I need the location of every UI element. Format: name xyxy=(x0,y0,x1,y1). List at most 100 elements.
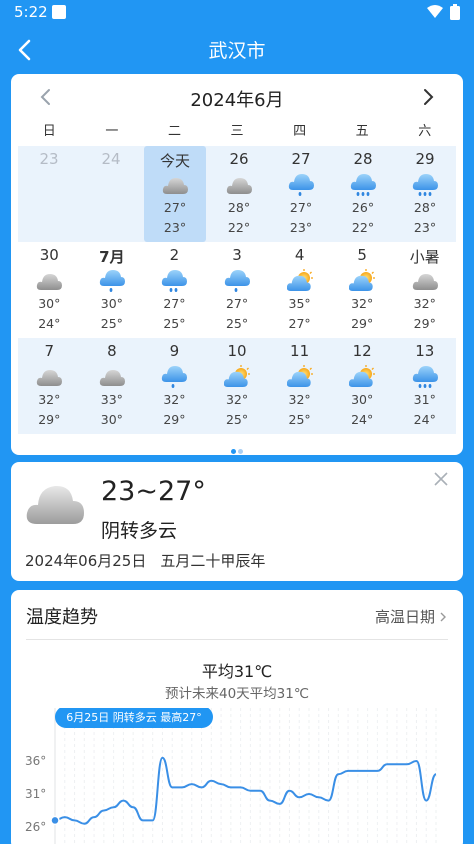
day-low-temp: 25° xyxy=(288,412,311,427)
day-label: 23 xyxy=(39,150,59,168)
day-high-temp: 32° xyxy=(225,392,249,407)
data-point xyxy=(50,815,60,826)
y-tick-label: 26° xyxy=(25,820,46,834)
calendar-day[interactable]: 4 35° 27° xyxy=(268,242,331,338)
today-card: 23~27° 阴转多云 2024年06月25日 五月二十甲辰年 xyxy=(11,462,463,581)
calendar-day[interactable]: 2 27° 25° xyxy=(143,242,206,338)
next-month-button[interactable] xyxy=(417,86,439,108)
day-label: 3 xyxy=(232,246,242,264)
weekday-label: 二 xyxy=(167,124,181,139)
calendar-day[interactable]: 3 27° 25° xyxy=(206,242,269,338)
day-label: 28 xyxy=(353,150,373,168)
weekday-label: 三 xyxy=(230,124,244,139)
sun-cloud-icon xyxy=(286,365,313,389)
trend-card: 温度趋势 高温日期 平均31℃ 预计未来40天平均31℃ 26° 31° 36° 6月… xyxy=(11,590,463,844)
page-dot xyxy=(231,449,236,454)
day-high-temp: 32° xyxy=(351,296,374,311)
rain-heavy-icon xyxy=(350,173,376,197)
day-label: 27 xyxy=(291,150,311,168)
calendar-day[interactable]: 11 32° 25° xyxy=(268,338,331,434)
day-low-temp: 29° xyxy=(413,316,436,331)
calendar-day[interactable]: 5 32° 29° xyxy=(331,242,394,338)
day-low-temp: 25° xyxy=(163,316,186,331)
day-low-temp: 25° xyxy=(225,412,249,427)
rain-heavy-icon xyxy=(412,365,438,389)
weekday-label: 日 xyxy=(42,124,56,139)
cloudy-icon xyxy=(36,269,63,293)
calendar-week-row: 23 24 今天 27° 23° 26 28° 22° 27 27° 23° 28 26° 22°… xyxy=(18,146,456,242)
day-label: 12 xyxy=(352,342,372,360)
battery-icon xyxy=(450,4,460,20)
calendar-day[interactable]: 今天 27° 23° xyxy=(144,146,206,242)
calendar-day[interactable]: 27 27° 23° xyxy=(270,146,332,242)
day-label: 9 xyxy=(169,342,180,360)
cloudy-icon xyxy=(162,173,188,197)
y-tick-label: 36° xyxy=(25,754,46,768)
page-indicator xyxy=(230,439,250,454)
day-label: 8 xyxy=(107,342,117,360)
day-high-temp: 30° xyxy=(351,392,374,407)
close-icon[interactable] xyxy=(433,471,449,487)
calendar-day[interactable]: 26 28° 22° xyxy=(208,146,270,242)
calendar-day[interactable]: 28 26° 22° xyxy=(332,146,394,242)
calendar-day[interactable]: 24 xyxy=(80,146,142,242)
calendar-day[interactable]: 9 32° 29° xyxy=(143,338,206,434)
day-low-temp: 23° xyxy=(163,220,187,235)
trend-title: 温度趋势 xyxy=(26,607,98,628)
day-low-temp: 25° xyxy=(225,316,249,331)
calendar-day[interactable]: 小暑 32° 29° xyxy=(393,242,456,338)
wifi-icon xyxy=(427,5,443,18)
day-high-temp: 27° xyxy=(163,200,187,215)
day-high-temp: 31° xyxy=(413,392,436,407)
average-temp: 平均31℃ xyxy=(201,662,273,681)
day-high-temp: 28° xyxy=(227,200,251,215)
calendar-day[interactable]: 30 30° 24° xyxy=(18,242,81,338)
day-high-temp: 32° xyxy=(288,392,311,407)
calendar-day[interactable]: 10 32° 25° xyxy=(206,338,269,434)
day-label: 29 xyxy=(415,150,435,168)
calendar-day[interactable]: 8 33° 30° xyxy=(81,338,144,434)
sun-cloud-icon xyxy=(348,269,376,293)
day-low-temp: 29° xyxy=(163,412,186,427)
rain-light-icon xyxy=(161,365,188,389)
day-high-temp: 27° xyxy=(163,296,186,311)
day-label: 10 xyxy=(227,342,247,360)
day-label: 30 xyxy=(39,246,59,264)
calendar-day[interactable]: 29 28° 23° xyxy=(394,146,456,242)
day-low-temp: 23° xyxy=(413,220,437,235)
calendar-day[interactable]: 23 xyxy=(18,146,80,242)
calendar-day[interactable]: 13 31° 24° xyxy=(393,338,456,434)
high-temp-dates-label: 高温日期 xyxy=(374,608,435,626)
notification-icon xyxy=(52,5,66,19)
rain-light-icon xyxy=(99,269,125,293)
weekday-label: 五 xyxy=(355,124,369,139)
day-low-temp: 29° xyxy=(38,412,61,427)
cloudy-icon xyxy=(412,269,438,293)
temperature-trend-chart[interactable]: 26° 31° 36° 6月25日 阴转多云 最高27° xyxy=(11,708,463,844)
day-high-temp: 28° xyxy=(413,200,437,215)
day-high-temp: 30° xyxy=(100,296,123,311)
sun-cloud-icon xyxy=(348,365,376,389)
title-bar: 武汉市 xyxy=(0,28,474,70)
day-high-temp: 27° xyxy=(289,200,313,215)
high-temp-dates-link[interactable]: 高温日期 xyxy=(375,606,447,627)
calendar-week-row: 7 32° 29° 8 33° 30° 9 32° 29° 10 32° 25° 11 32° 2… xyxy=(18,338,456,434)
temperature-series-line xyxy=(54,756,437,825)
day-high-temp: 30° xyxy=(38,296,61,311)
calendar-day[interactable]: 7月 30° 25° xyxy=(81,242,144,338)
day-high-temp: 32° xyxy=(38,392,61,407)
day-label: 11 xyxy=(290,342,310,360)
rain-mid-icon xyxy=(161,269,188,293)
today-temp-range: 23~27° xyxy=(101,476,206,507)
rain-light-icon xyxy=(288,173,314,197)
calendar-day[interactable]: 12 30° 24° xyxy=(331,338,394,434)
cloudy-icon xyxy=(26,485,84,524)
day-low-temp: 22° xyxy=(227,220,251,235)
rain-heavy-icon xyxy=(412,173,438,197)
day-label: 小暑 xyxy=(409,248,440,266)
day-label: 26 xyxy=(229,150,249,168)
calendar-card: 2024年6月 日一二三四五六 23 24 今天 27° 23° 26 28° 22° 27… xyxy=(11,74,463,455)
calendar-day[interactable]: 7 32° 29° xyxy=(18,338,81,434)
day-low-temp: 22° xyxy=(351,220,375,235)
day-label: 24 xyxy=(101,150,121,168)
